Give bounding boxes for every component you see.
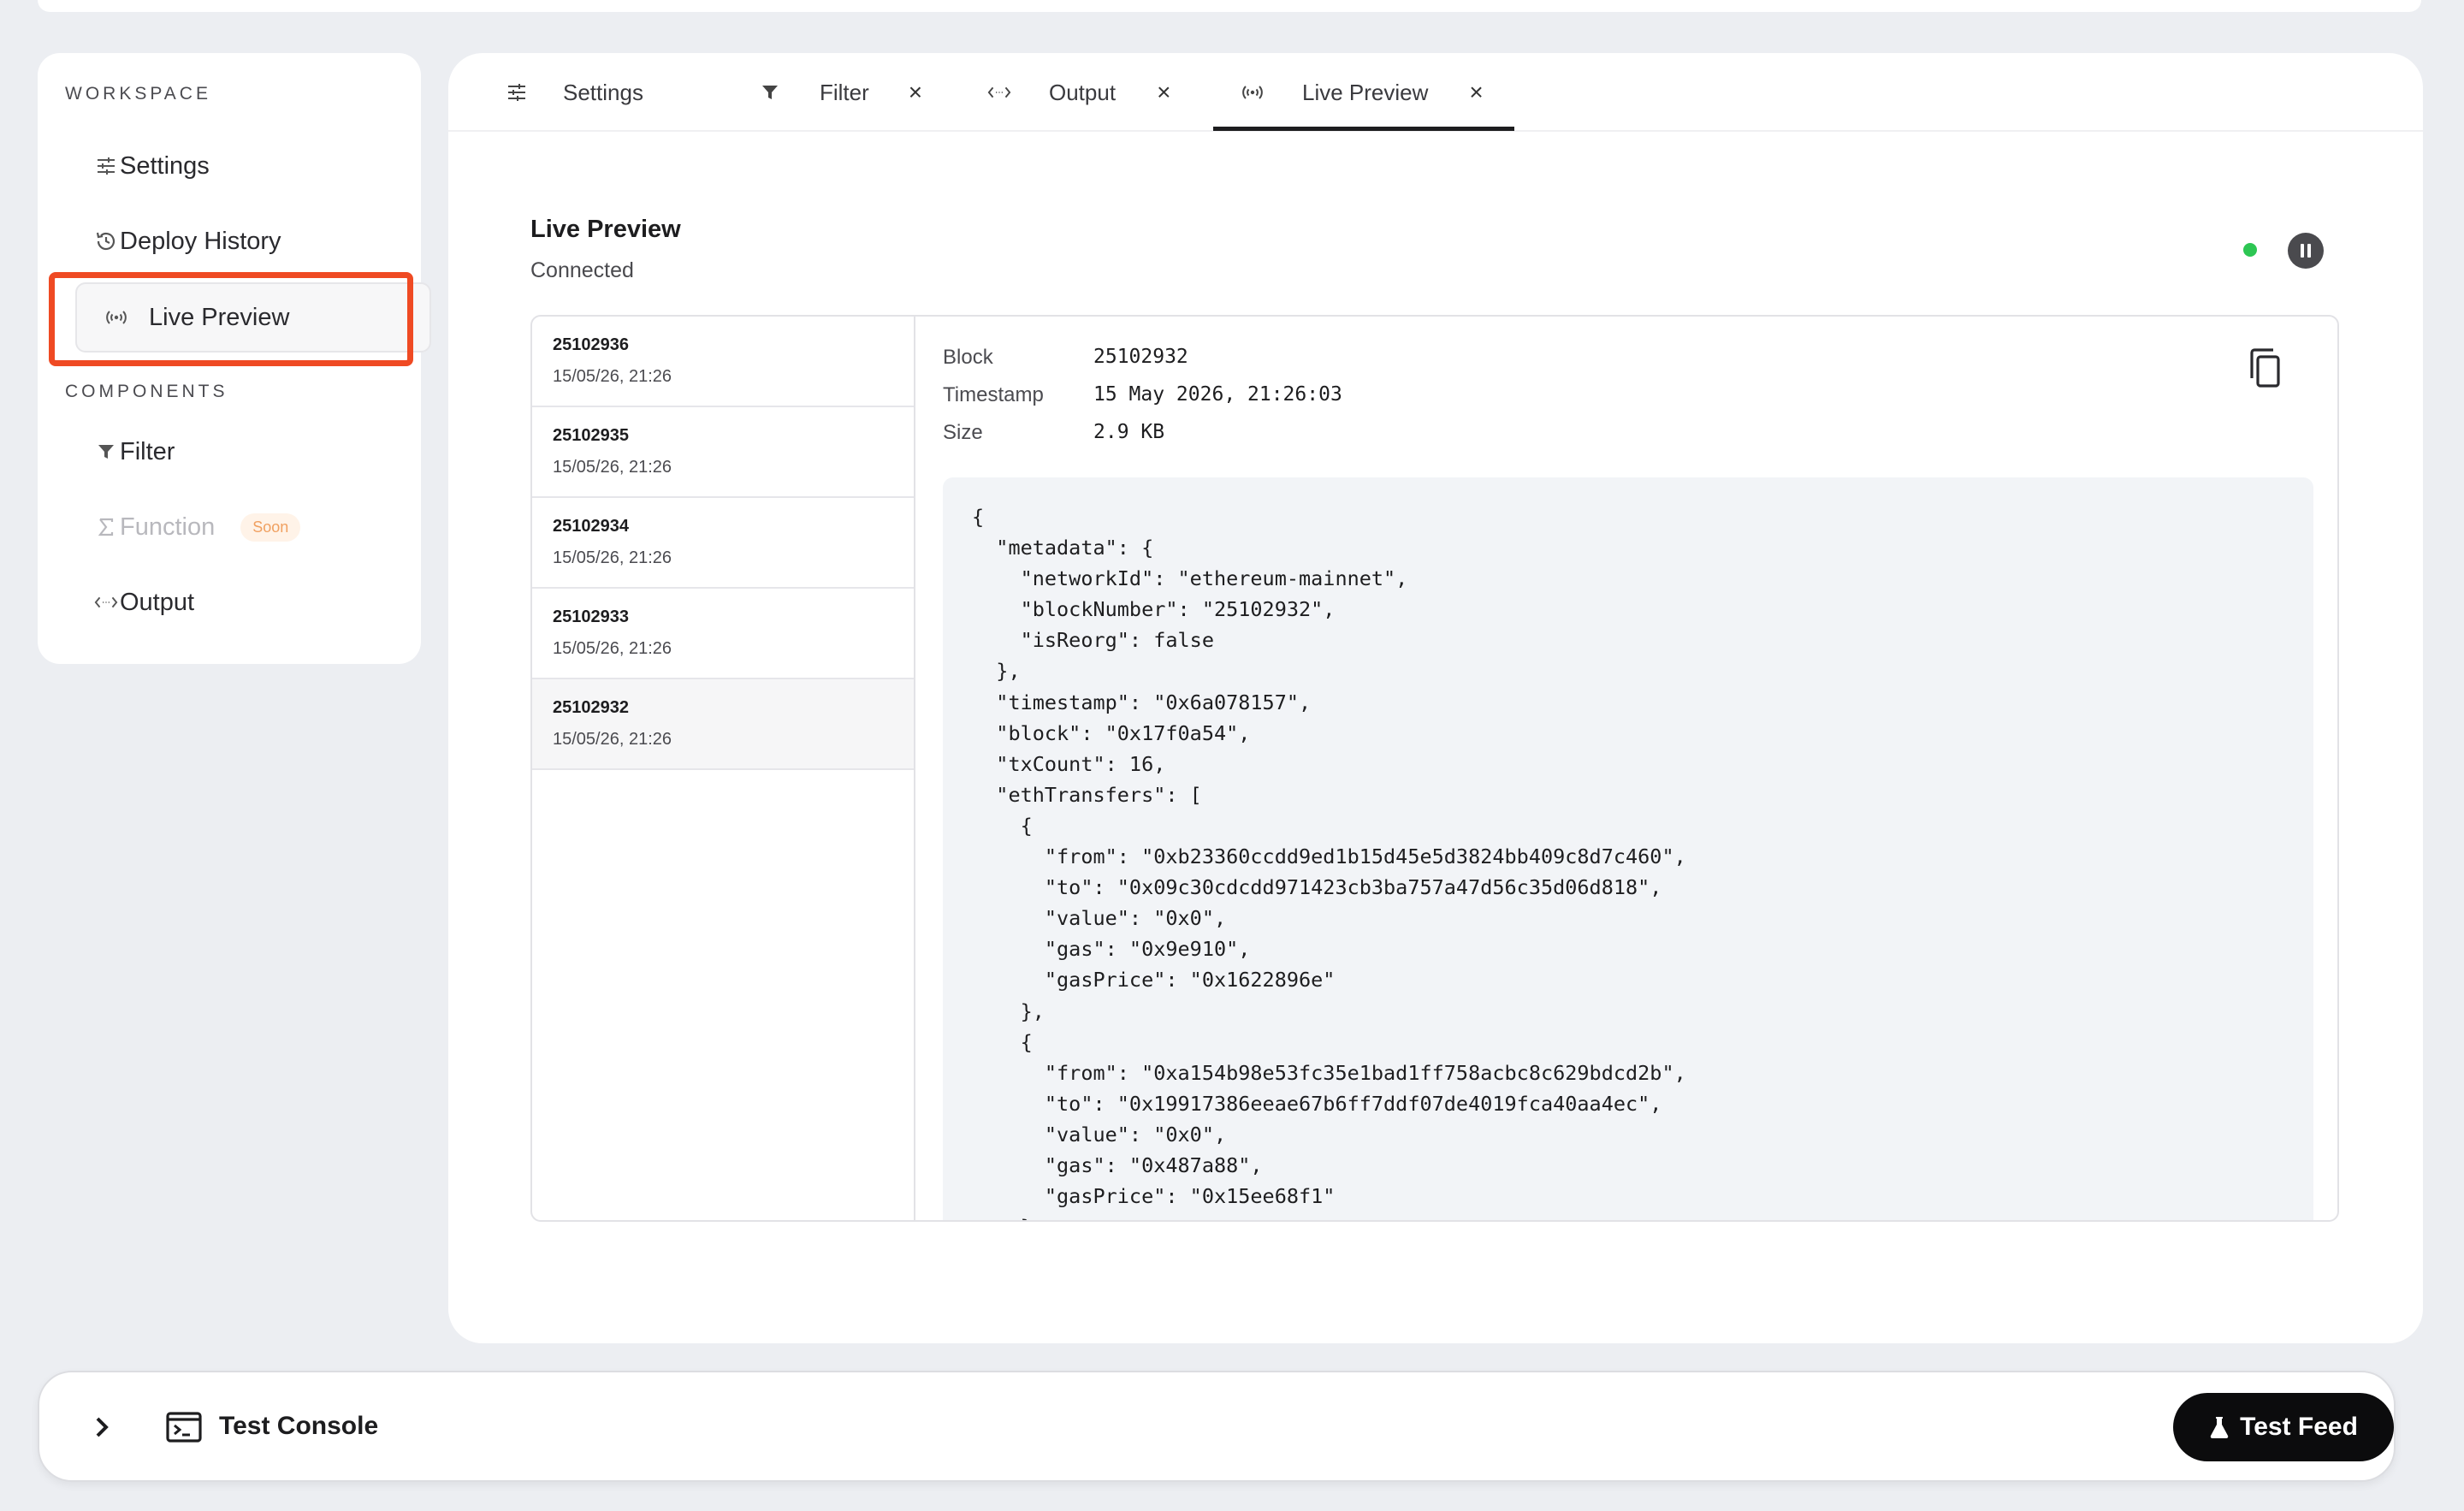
sidebar-item-deploy-history[interactable]: Deploy History <box>65 205 394 277</box>
sidebar-item-live-preview[interactable]: Live Preview <box>75 282 431 353</box>
tab-settings[interactable]: Settings <box>505 53 643 132</box>
workspace-section-title: WORKSPACE <box>65 84 211 104</box>
test-console-bar: Test Console Test Feed <box>38 1371 2396 1482</box>
json-viewer: { "metadata": { "networkId": "ethereum-m… <box>943 477 2313 1220</box>
sidebar-item-label: Live Preview <box>149 303 290 331</box>
block-detail: Block 25102932 Timestamp 15 May 2026, 21… <box>915 317 2337 1220</box>
sidebar-item-filter[interactable]: Filter <box>65 416 394 488</box>
flask-icon <box>2210 1417 2229 1439</box>
chevron-right-icon[interactable] <box>91 1413 115 1441</box>
sidebar-item-function: Function Soon <box>65 491 394 563</box>
block-list: 25102936 15/05/26, 21:26 25102935 15/05/… <box>532 317 915 1220</box>
block-time: 15/05/26, 21:26 <box>553 367 672 386</box>
block-number: 25102932 <box>553 698 629 717</box>
block-time: 15/05/26, 21:26 <box>553 458 672 477</box>
meta-timestamp: Timestamp 15 May 2026, 21:26:03 <box>943 383 1342 407</box>
main-panel: Settings Filter × Output × Live Preview … <box>448 53 2423 1343</box>
block-list-item[interactable]: 25102933 15/05/26, 21:26 <box>532 589 914 679</box>
terminal-icon <box>166 1412 202 1443</box>
broadcast-icon <box>1241 84 1265 101</box>
history-icon <box>94 229 118 253</box>
block-list-item[interactable]: 25102934 15/05/26, 21:26 <box>532 498 914 589</box>
block-list-item[interactable]: 25102932 15/05/26, 21:26 <box>532 679 914 770</box>
sidebar-item-settings[interactable]: Settings <box>65 130 394 202</box>
sliders-icon <box>94 154 118 178</box>
copy-icon[interactable] <box>2245 347 2283 390</box>
tab-output[interactable]: Output × <box>987 53 1170 132</box>
meta-label: Size <box>943 421 983 444</box>
block-time: 15/05/26, 21:26 <box>553 639 672 658</box>
sliders-icon <box>505 83 529 102</box>
top-strip <box>38 0 2421 12</box>
close-icon[interactable]: × <box>1469 79 1483 106</box>
sidebar-item-label: Filter <box>120 437 175 465</box>
block-list-item[interactable]: 25102935 15/05/26, 21:26 <box>532 407 914 498</box>
meta-size: Size 2.9 KB <box>943 421 1164 445</box>
sidebar-item-label: Settings <box>120 151 210 180</box>
meta-value: 2.9 KB <box>1093 421 1165 443</box>
sidebar: WORKSPACE Settings Deploy History Live P… <box>38 53 431 664</box>
close-icon[interactable]: × <box>909 79 922 106</box>
sidebar-item-label: Function <box>120 513 216 541</box>
block-number: 25102936 <box>553 335 629 354</box>
test-feed-button[interactable]: Test Feed <box>2173 1393 2394 1461</box>
block-number: 25102935 <box>553 426 629 445</box>
pause-button[interactable] <box>2288 233 2324 269</box>
connection-status: Connected <box>530 258 634 282</box>
test-feed-label: Test Feed <box>2240 1413 2358 1441</box>
meta-value: 15 May 2026, 21:26:03 <box>1093 383 1342 406</box>
tab-label: Filter <box>820 79 869 105</box>
meta-label: Timestamp <box>943 383 1044 406</box>
sidebar-item-output[interactable]: Output <box>65 566 394 638</box>
tab-label: Live Preview <box>1302 79 1429 105</box>
tab-live-preview[interactable]: Live Preview × <box>1241 53 1484 132</box>
broadcast-icon <box>104 305 128 329</box>
funnel-icon <box>94 440 118 464</box>
code-arrows-icon <box>987 85 1011 100</box>
status-dot <box>2243 243 2257 257</box>
code-arrows-icon <box>94 590 118 614</box>
sigma-icon <box>94 515 118 539</box>
tab-filter[interactable]: Filter × <box>758 53 922 132</box>
block-number: 25102933 <box>553 607 629 626</box>
active-tab-underline <box>1213 127 1514 131</box>
json-code: { "metadata": { "networkId": "ethereum-m… <box>972 505 1686 1220</box>
block-time: 15/05/26, 21:26 <box>553 730 672 749</box>
tab-bar: Settings Filter × Output × Live Preview … <box>448 53 2423 132</box>
sidebar-item-label: Deploy History <box>120 227 281 255</box>
soon-badge: Soon <box>240 513 301 542</box>
block-number: 25102934 <box>553 517 629 536</box>
meta-block: Block 25102932 <box>943 346 1188 370</box>
block-time: 15/05/26, 21:26 <box>553 548 672 567</box>
console-title: Test Console <box>219 1412 379 1440</box>
sidebar-item-label: Output <box>120 588 195 616</box>
meta-label: Block <box>943 346 993 369</box>
components-section-title: COMPONENTS <box>65 382 228 401</box>
close-icon[interactable]: × <box>1157 79 1170 106</box>
tab-label: Output <box>1049 79 1116 105</box>
tab-label: Settings <box>563 79 643 105</box>
page-title: Live Preview <box>530 216 681 243</box>
preview-viewer: 25102936 15/05/26, 21:26 25102935 15/05/… <box>530 315 2339 1222</box>
funnel-icon <box>758 83 782 102</box>
meta-value: 25102932 <box>1093 346 1188 368</box>
block-list-item[interactable]: 25102936 15/05/26, 21:26 <box>532 317 914 407</box>
